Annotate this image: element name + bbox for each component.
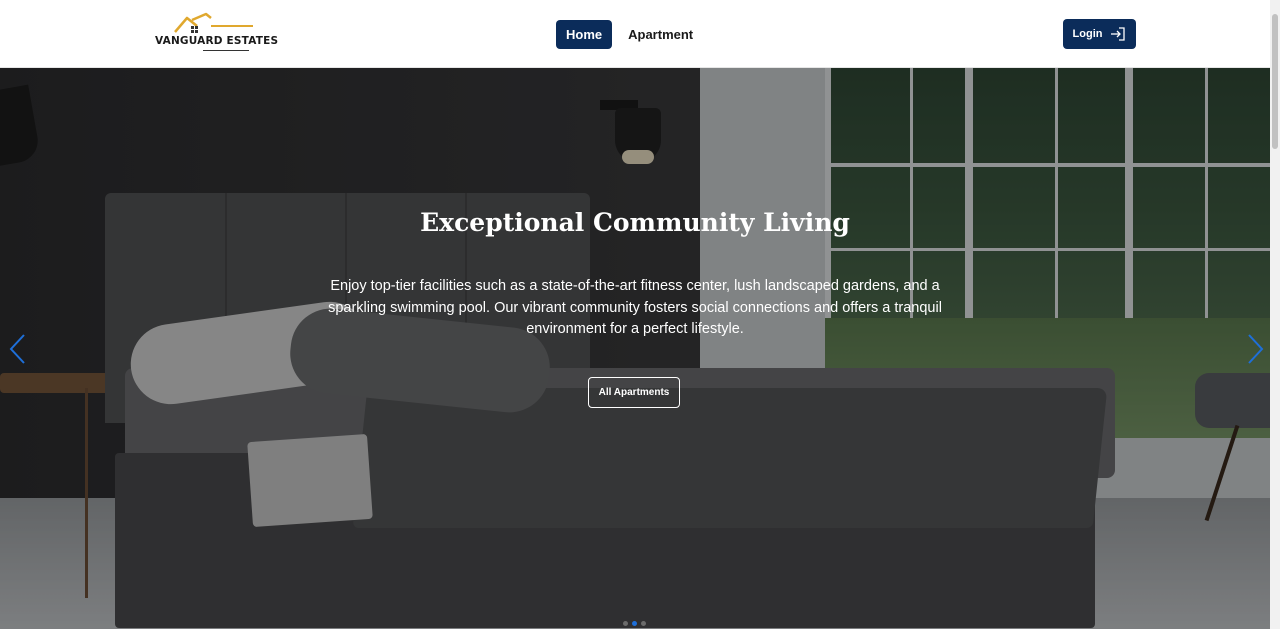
scrollbar-thumb[interactable] [1272,14,1278,149]
page-scrollbar[interactable] [1270,0,1280,629]
hero-carousel: Exceptional Community Living Enjoy top-t… [0,68,1270,629]
carousel-prev-arrow-icon[interactable] [6,332,30,366]
carousel-dot[interactable] [641,621,646,626]
carousel-indicators [623,621,646,626]
navbar: VANGUARD ESTATES Home Apartment Login [0,0,1270,68]
carousel-next-arrow-icon[interactable] [1243,332,1267,366]
brand-name: VANGUARD ESTATES [155,35,279,47]
login-button[interactable]: Login [1063,19,1136,49]
nav-links: Home Apartment [556,19,693,49]
login-label: Login [1072,28,1103,40]
house-roof-icon [174,12,253,33]
brand-underline [203,50,249,51]
all-apartments-button[interactable]: All Apartments [588,377,680,408]
hero-title: Exceptional Community Living [420,208,850,237]
carousel-dot-active[interactable] [632,621,637,626]
login-arrow-icon [1111,27,1126,41]
nav-item-home[interactable]: Home [556,19,613,49]
brand-logo[interactable]: VANGUARD ESTATES [155,12,279,56]
hero-description: Enjoy top-tier facilities such as a stat… [328,278,942,337]
nav-item-apartment[interactable]: Apartment [628,27,693,42]
carousel-dot[interactable] [623,621,628,626]
